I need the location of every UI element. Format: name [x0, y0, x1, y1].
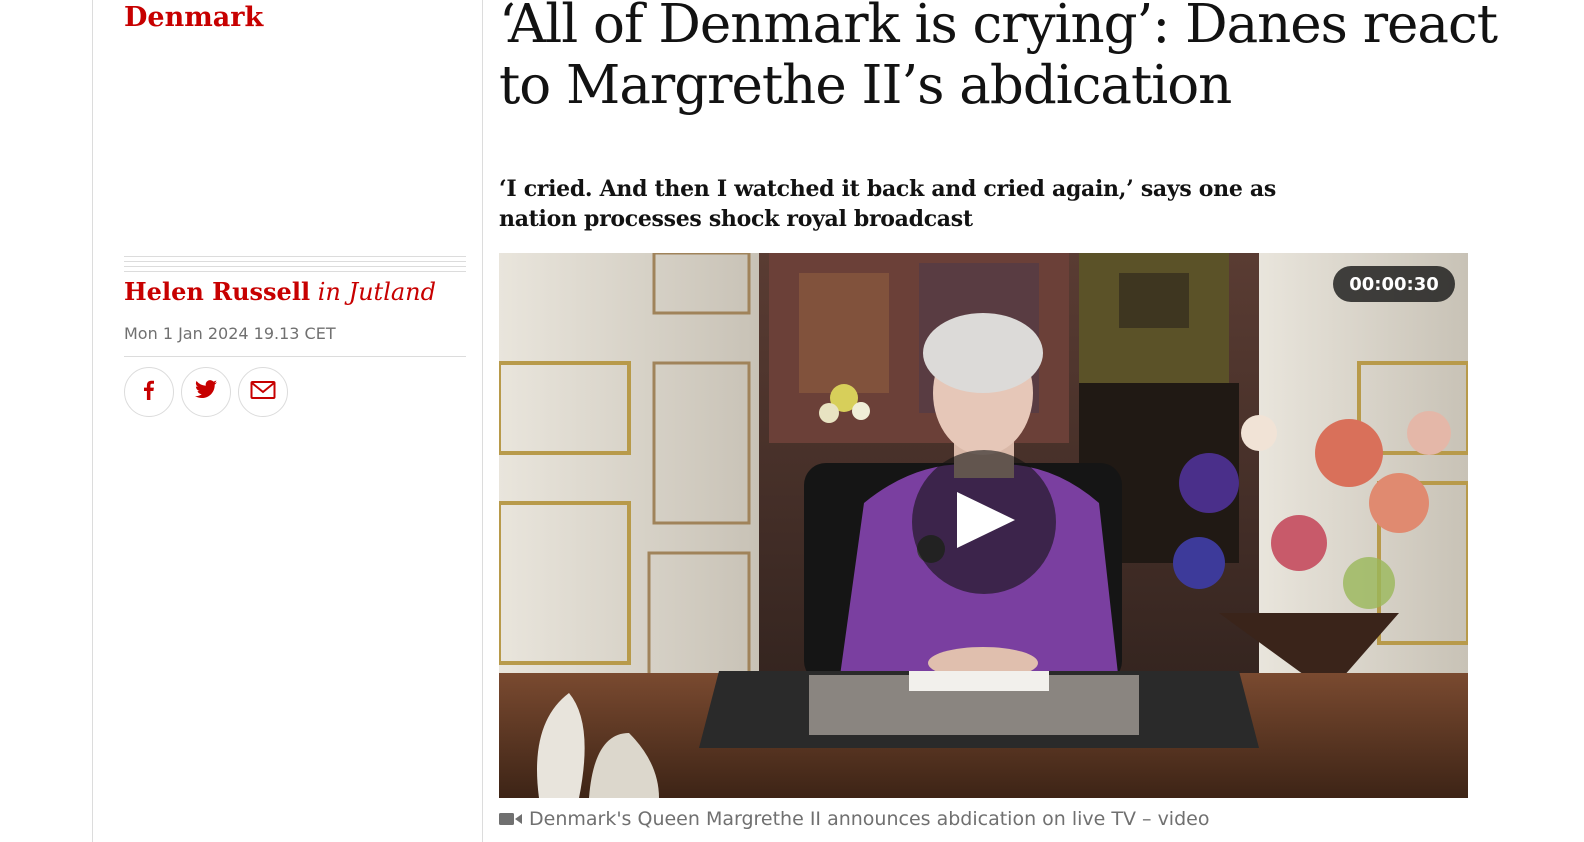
video-caption: Denmark's Queen Margrethe II announces a…	[499, 808, 1209, 830]
publish-date[interactable]: Mon 1 Jan 2024 19.13 CET	[124, 324, 336, 343]
email-icon	[250, 380, 276, 404]
share-email-button[interactable]	[238, 367, 288, 417]
article-headline: ‘All of Denmark is crying’: Danes react …	[499, 0, 1498, 116]
video-camera-icon	[499, 811, 523, 827]
share-twitter-button[interactable]	[181, 367, 231, 417]
byline-rules	[124, 256, 466, 276]
section-label[interactable]: Denmark	[124, 0, 263, 36]
article-standfirst: ‘I cried. And then I watched it back and…	[499, 176, 1276, 232]
share-facebook-button[interactable]	[124, 367, 174, 417]
column-divider	[482, 0, 483, 842]
facebook-icon	[138, 379, 160, 405]
video-caption-text: Denmark's Queen Margrethe II announces a…	[529, 808, 1210, 830]
play-icon	[949, 490, 1019, 554]
twitter-icon	[194, 379, 218, 405]
video-duration-badge: 00:00:30	[1333, 266, 1455, 302]
byline: Helen Russell in Jutland	[124, 276, 436, 308]
video-player[interactable]: 00:00:30	[499, 253, 1468, 798]
author-link[interactable]: Helen Russell	[124, 277, 310, 306]
meta-divider	[124, 356, 466, 357]
play-button[interactable]	[912, 450, 1056, 594]
author-location: in Jutland	[317, 278, 436, 306]
left-column-border	[92, 0, 93, 842]
